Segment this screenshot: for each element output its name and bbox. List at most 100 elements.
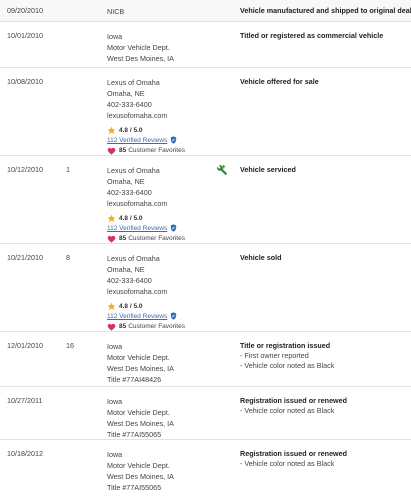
source-location: West Des Moines, IA (107, 54, 174, 63)
row-date: 10/08/2010 (7, 77, 43, 86)
event-title: Vehicle sold (240, 253, 282, 262)
heart-icon (107, 147, 116, 155)
source-name: Iowa (107, 450, 123, 459)
star-icon (107, 214, 116, 222)
favorites-label: Customer Favorites (128, 147, 185, 154)
row-source: Lexus of Omaha Omaha, NE 402-333-6400 le… (107, 165, 185, 244)
dealer-phone[interactable]: 402-333-6400 (107, 275, 185, 286)
row-details: Titled or registered as commercial vehic… (240, 31, 405, 41)
row-mileage: 1 (66, 165, 70, 174)
service-tools-icon (217, 164, 227, 175)
event-title: Vehicle serviced (240, 165, 296, 174)
event-title: Registration issued or renewed (240, 449, 348, 458)
source-dept: Motor Vehicle Dept. (107, 353, 170, 362)
source-dept: Motor Vehicle Dept. (107, 408, 170, 417)
history-row: 10/27/2011 Iowa Motor Vehicle Dept. West… (0, 387, 411, 440)
title-number: Title #77AI55065 (107, 483, 162, 492)
source-dept: Motor Vehicle Dept. (107, 461, 170, 470)
dealer-location: Omaha, NE (107, 177, 145, 186)
dealer-location: Omaha, NE (107, 89, 145, 98)
event-title: Vehicle offered for sale (240, 77, 319, 86)
source-dept: Motor Vehicle Dept. (107, 43, 170, 52)
dealer-phone[interactable]: 402-333-6400 (107, 187, 185, 198)
row-source: Iowa Motor Vehicle Dept. West Des Moines… (107, 31, 174, 64)
row-date: 10/21/2010 (7, 253, 43, 262)
row-source: NICB (107, 6, 124, 17)
event-title: Titled or registered as commercial vehic… (240, 31, 384, 40)
vehicle-history-table: 09/20/2010 NICB Vehicle manufactured and… (0, 0, 411, 498)
heart-icon (107, 323, 116, 331)
customer-favorites: 85 Customer Favorites (107, 145, 185, 156)
history-row: 10/01/2010 Iowa Motor Vehicle Dept. West… (0, 22, 411, 68)
dealer-reviews: 112 Verified Reviews (107, 311, 185, 321)
row-date: 10/18/2012 (7, 449, 43, 458)
dealer-name: Lexus of Omaha (107, 166, 160, 175)
history-row: 09/20/2010 NICB Vehicle manufactured and… (0, 0, 411, 22)
row-source: Iowa Motor Vehicle Dept. West Des Moines… (107, 449, 174, 493)
source-name: Iowa (107, 32, 123, 41)
dealer-rating: 4.8 / 5.0 (107, 301, 185, 311)
heart-icon (107, 235, 116, 243)
title-number: Title #77AI48426 (107, 375, 162, 384)
row-details: Vehicle sold (240, 253, 405, 263)
row-details: Registration issued or renewed - Vehicle… (240, 449, 405, 469)
source-name: Iowa (107, 397, 123, 406)
favorites-count: 85 (119, 323, 127, 330)
history-row: 10/12/2010 1 Lexus of Omaha Omaha, NE 40… (0, 156, 411, 244)
row-date: 09/20/2010 (7, 6, 43, 15)
event-title: Vehicle manufactured and shipped to orig… (240, 6, 411, 15)
event-title: Registration issued or renewed (240, 396, 348, 405)
row-details: Vehicle manufactured and shipped to orig… (240, 6, 411, 16)
dealer-name: Lexus of Omaha (107, 78, 160, 87)
row-source: Lexus of Omaha Omaha, NE 402-333-6400 le… (107, 77, 185, 156)
source-location: West Des Moines, IA (107, 472, 174, 481)
row-details: Vehicle offered for sale (240, 77, 405, 87)
verified-reviews-link[interactable]: 112 Verified Reviews (107, 223, 167, 234)
customer-favorites: 85 Customer Favorites (107, 321, 185, 332)
favorites-label: Customer Favorites (128, 323, 185, 330)
row-details: Vehicle serviced (240, 165, 405, 175)
verified-reviews-link[interactable]: 112 Verified Reviews (107, 311, 167, 322)
verified-reviews-link[interactable]: 112 Verified Reviews (107, 135, 167, 146)
star-icon (107, 302, 116, 310)
row-mileage: 8 (66, 253, 70, 262)
dealer-website[interactable]: lexusofomaha.com (107, 286, 185, 297)
source-name: NICB (107, 7, 125, 16)
event-note: - Vehicle color noted as Black (240, 459, 335, 468)
row-source: Lexus of Omaha Omaha, NE 402-333-6400 le… (107, 253, 185, 332)
dealer-reviews: 112 Verified Reviews (107, 135, 185, 145)
row-date: 10/01/2010 (7, 31, 43, 40)
dealer-website[interactable]: lexusofomaha.com (107, 110, 185, 121)
row-date: 10/12/2010 (7, 165, 43, 174)
row-date: 10/27/2011 (7, 396, 43, 405)
event-note: - Vehicle color noted as Black (240, 361, 335, 370)
source-location: West Des Moines, IA (107, 419, 174, 428)
row-date: 12/01/2010 (7, 341, 43, 350)
source-location: West Des Moines, IA (107, 364, 174, 373)
verified-shield-icon (171, 312, 177, 320)
dealer-reviews: 112 Verified Reviews (107, 223, 185, 233)
title-number: Title #77AI55065 (107, 430, 162, 439)
dealer-website[interactable]: lexusofomaha.com (107, 198, 185, 209)
dealer-phone[interactable]: 402-333-6400 (107, 99, 185, 110)
dealer-name: Lexus of Omaha (107, 254, 160, 263)
row-details: Title or registration issued - First own… (240, 341, 405, 371)
event-title: Title or registration issued (240, 341, 331, 350)
dealer-rating: 4.8 / 5.0 (107, 125, 185, 135)
verified-shield-icon (171, 136, 177, 144)
row-mileage: 16 (66, 341, 74, 350)
source-name: Iowa (107, 342, 123, 351)
verified-shield-icon (171, 224, 177, 232)
favorites-count: 85 (119, 235, 127, 242)
event-note: - Vehicle color noted as Black (240, 406, 335, 415)
customer-favorites: 85 Customer Favorites (107, 233, 185, 244)
favorites-label: Customer Favorites (128, 235, 185, 242)
row-details: Registration issued or renewed - Vehicle… (240, 396, 405, 416)
history-row: 10/08/2010 Lexus of Omaha Omaha, NE 402-… (0, 68, 411, 156)
dealer-location: Omaha, NE (107, 265, 145, 274)
history-row: 10/21/2010 8 Lexus of Omaha Omaha, NE 40… (0, 244, 411, 332)
star-icon (107, 126, 116, 134)
history-row: 10/18/2012 Iowa Motor Vehicle Dept. West… (0, 440, 411, 498)
row-source: Iowa Motor Vehicle Dept. West Des Moines… (107, 396, 174, 440)
event-note: - First owner reported (240, 351, 309, 360)
